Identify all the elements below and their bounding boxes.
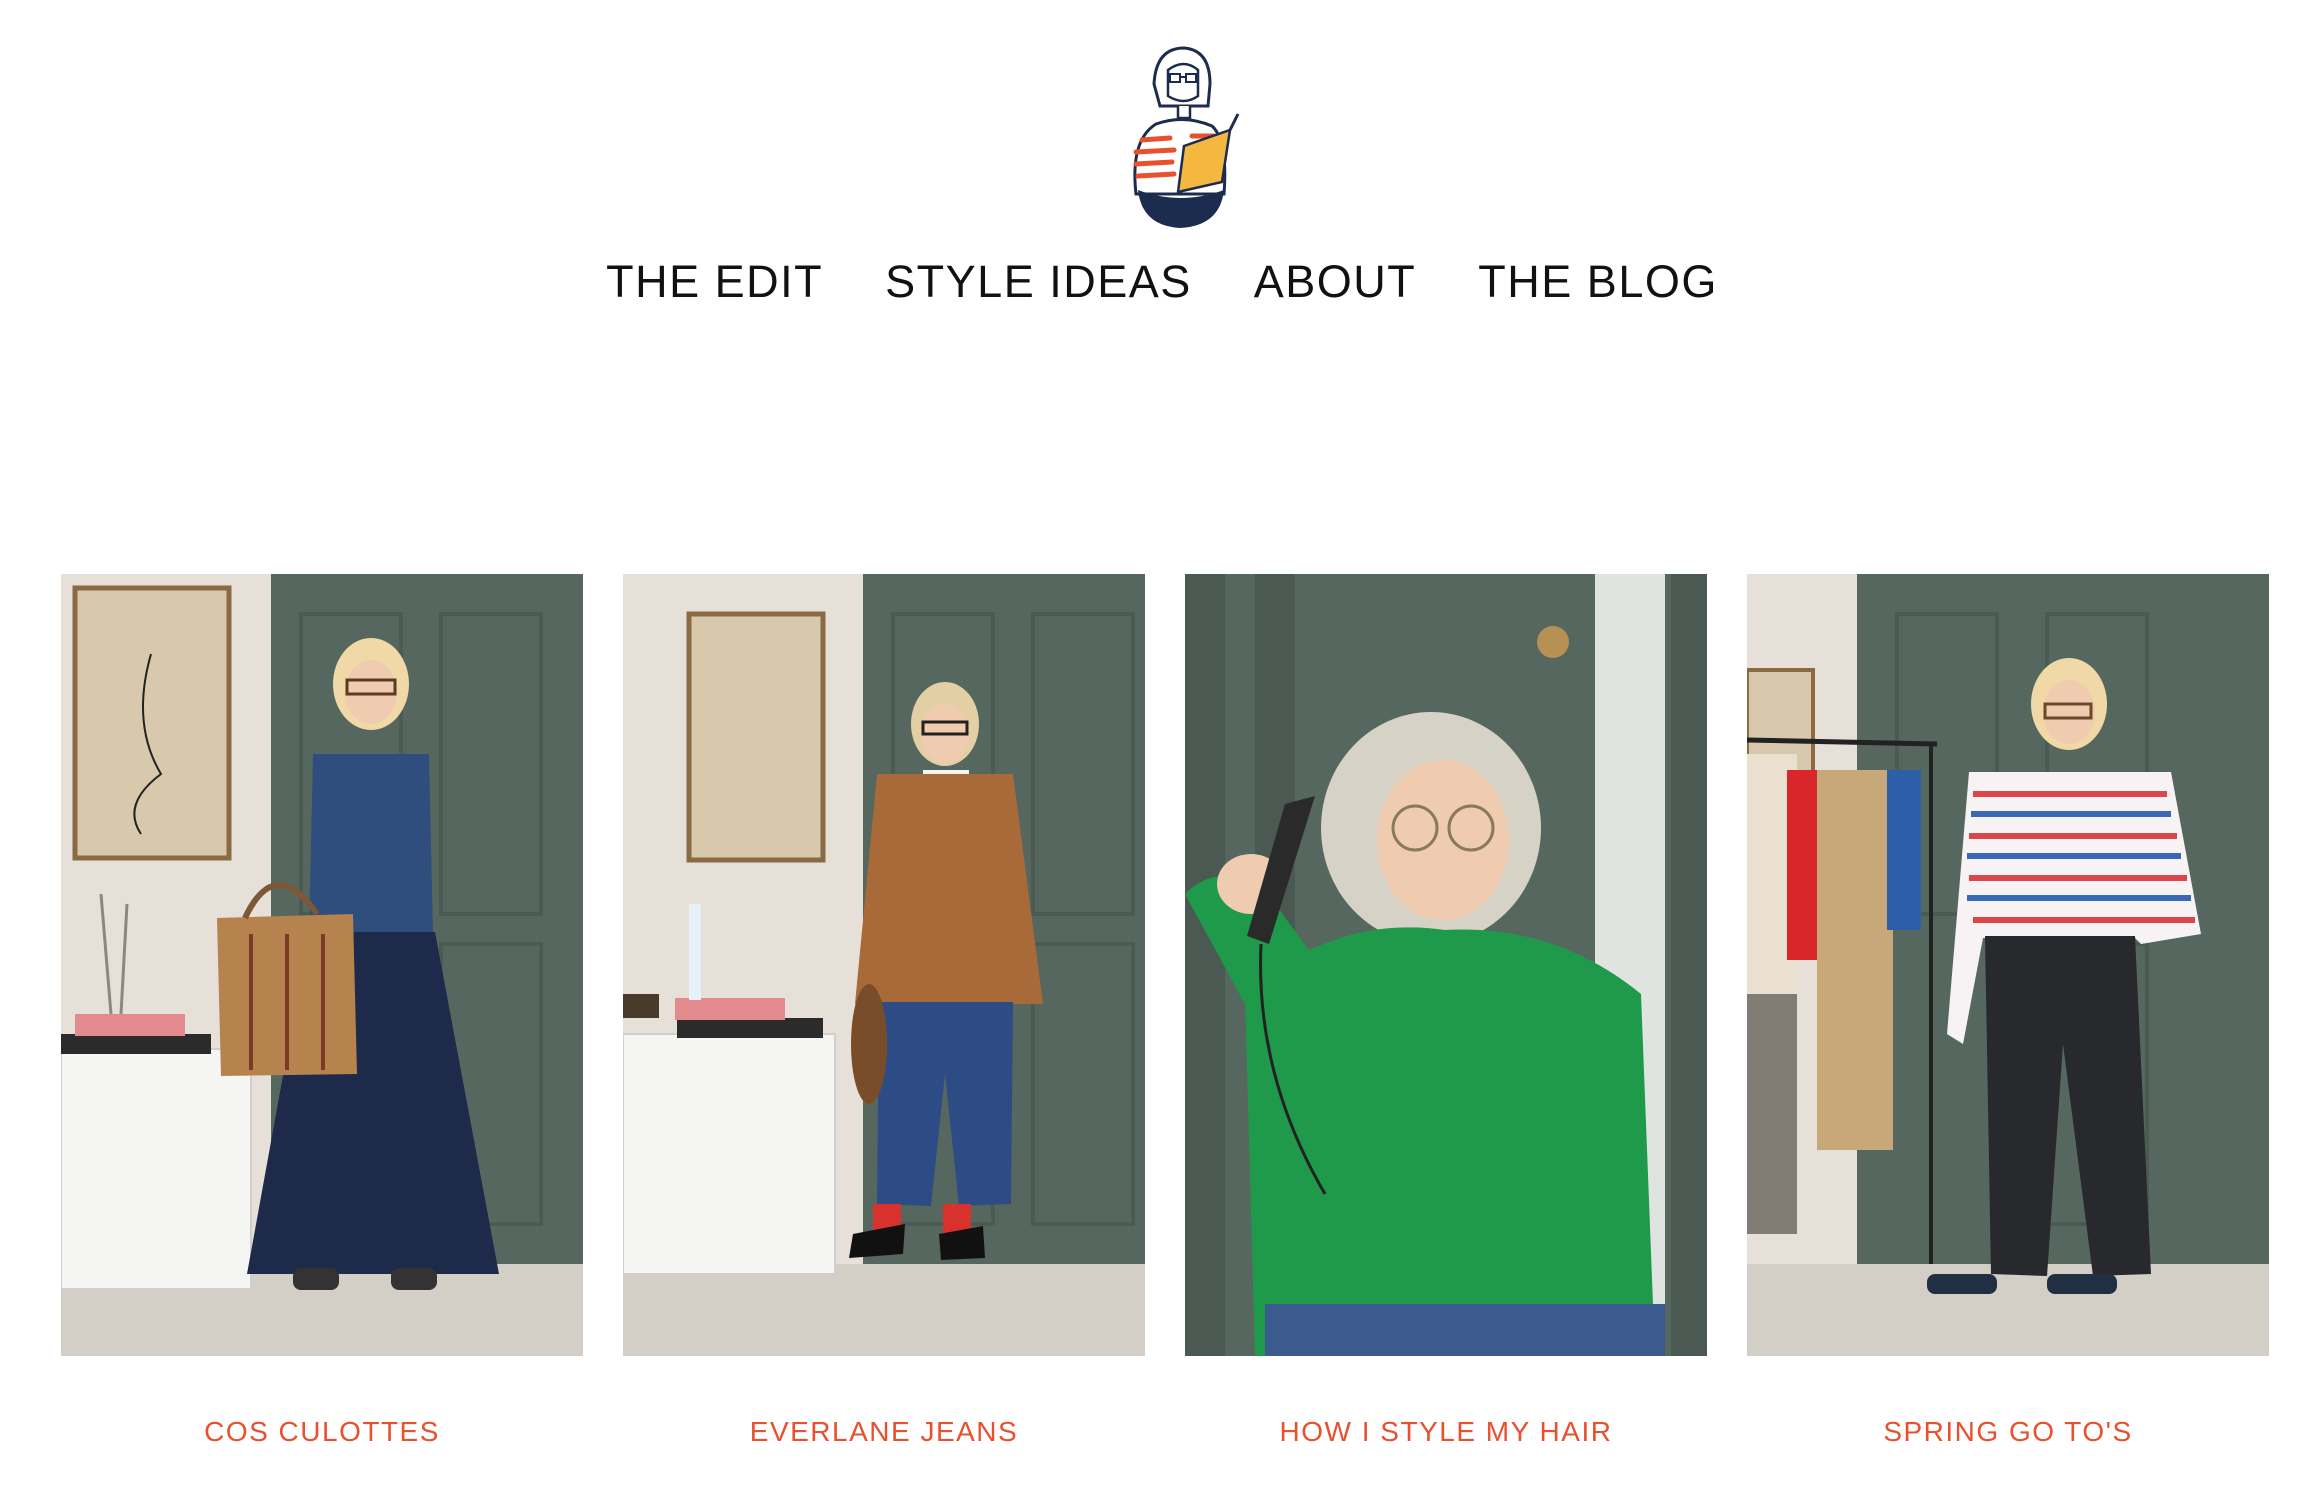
post-caption-link[interactable]: EVERLANE JEANS: [623, 1416, 1145, 1448]
post-caption-link[interactable]: HOW I STYLE MY HAIR: [1185, 1416, 1707, 1448]
nav-the-blog[interactable]: THE BLOG: [1478, 256, 1718, 308]
nav-style-ideas[interactable]: STYLE IDEAS: [885, 256, 1192, 308]
post-photo-how-i-style-my-hair[interactable]: [1185, 574, 1707, 1356]
post-photo-spring-go-tos[interactable]: [1747, 574, 2269, 1356]
main-nav: THE EDIT STYLE IDEAS ABOUT THE BLOG: [0, 252, 2324, 312]
post-caption-link[interactable]: COS CULOTTES: [61, 1416, 583, 1448]
nav-about[interactable]: ABOUT: [1254, 256, 1417, 308]
post-caption-link[interactable]: SPRING GO TO'S: [1747, 1416, 2269, 1448]
site-logo[interactable]: [1094, 44, 1264, 234]
post-photo-cos-culottes[interactable]: [61, 574, 583, 1356]
nav-the-edit[interactable]: THE EDIT: [606, 256, 823, 308]
post-photo-everlane-jeans[interactable]: [623, 574, 1145, 1356]
illustrated-woman-reading-logo-icon: [1133, 46, 1240, 228]
